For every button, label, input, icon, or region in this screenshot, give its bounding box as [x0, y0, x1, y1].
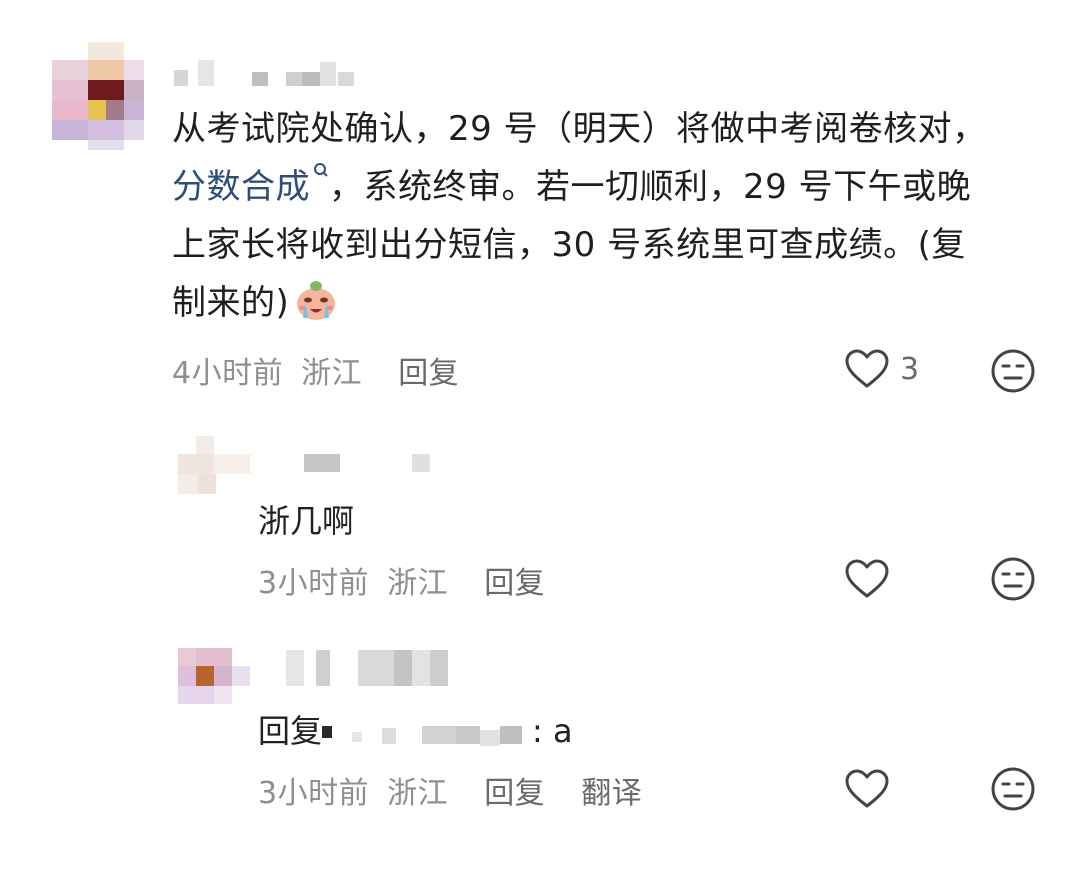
- heart-icon[interactable]: [844, 768, 890, 810]
- username[interactable]: [286, 650, 476, 686]
- reply-button[interactable]: 回复: [484, 776, 545, 811]
- timestamp: 3小时前: [258, 776, 370, 811]
- comment-line: 从考试院处确认，29 号（明天）将做中考阅卷核对，: [172, 109, 987, 149]
- avatar[interactable]: [178, 436, 250, 494]
- comment-body: 从考试院处确认，29 号（明天）将做中考阅卷核对， 分数合成 ，系统终审。若一切顺…: [172, 100, 1052, 340]
- username[interactable]: [304, 454, 434, 472]
- reply-prefix: 回复: [258, 712, 323, 750]
- timestamp: 4小时前: [172, 356, 284, 391]
- crying-emoji: [293, 278, 339, 340]
- like-count: 3: [900, 352, 920, 387]
- heart-icon[interactable]: [844, 558, 890, 600]
- reply-content: : a: [532, 712, 573, 750]
- mentioned-username[interactable]: [322, 712, 532, 746]
- comment-meta: 4小时前 浙江 回复: [172, 348, 459, 392]
- comment-line: 制来的): [172, 283, 290, 323]
- comment-meta: 3小时前 浙江 回复 翻译: [258, 768, 642, 812]
- location: 浙江: [301, 356, 363, 391]
- location: 浙江: [387, 776, 449, 811]
- location: 浙江: [387, 566, 449, 601]
- reply-button[interactable]: 回复: [484, 566, 545, 601]
- dislike-icon[interactable]: [990, 766, 1036, 812]
- username[interactable]: [174, 60, 374, 86]
- comment-line: 上家长将收到出分短信，30 号系统里可查成绩。(复: [172, 225, 966, 265]
- translate-button[interactable]: 翻译: [581, 776, 642, 811]
- heart-icon[interactable]: [844, 348, 890, 390]
- comment-meta: 3小时前 浙江 回复: [258, 558, 545, 602]
- search-link-label[interactable]: 分数合成: [172, 167, 310, 207]
- comment-body: 浙几啊: [258, 502, 355, 540]
- search-icon[interactable]: [313, 162, 329, 182]
- comment-body: 回复 : a: [258, 706, 573, 752]
- avatar[interactable]: [178, 648, 250, 704]
- comment-line: ，系统终审。若一切顺利，29 号下午或晚: [329, 167, 972, 207]
- search-link[interactable]: 分数合成: [172, 163, 329, 207]
- avatar[interactable]: [52, 42, 148, 150]
- dislike-icon[interactable]: [990, 556, 1036, 602]
- dislike-icon[interactable]: [990, 348, 1036, 394]
- like-button[interactable]: 3: [844, 348, 934, 392]
- reply-button[interactable]: 回复: [398, 356, 459, 391]
- timestamp: 3小时前: [258, 566, 370, 601]
